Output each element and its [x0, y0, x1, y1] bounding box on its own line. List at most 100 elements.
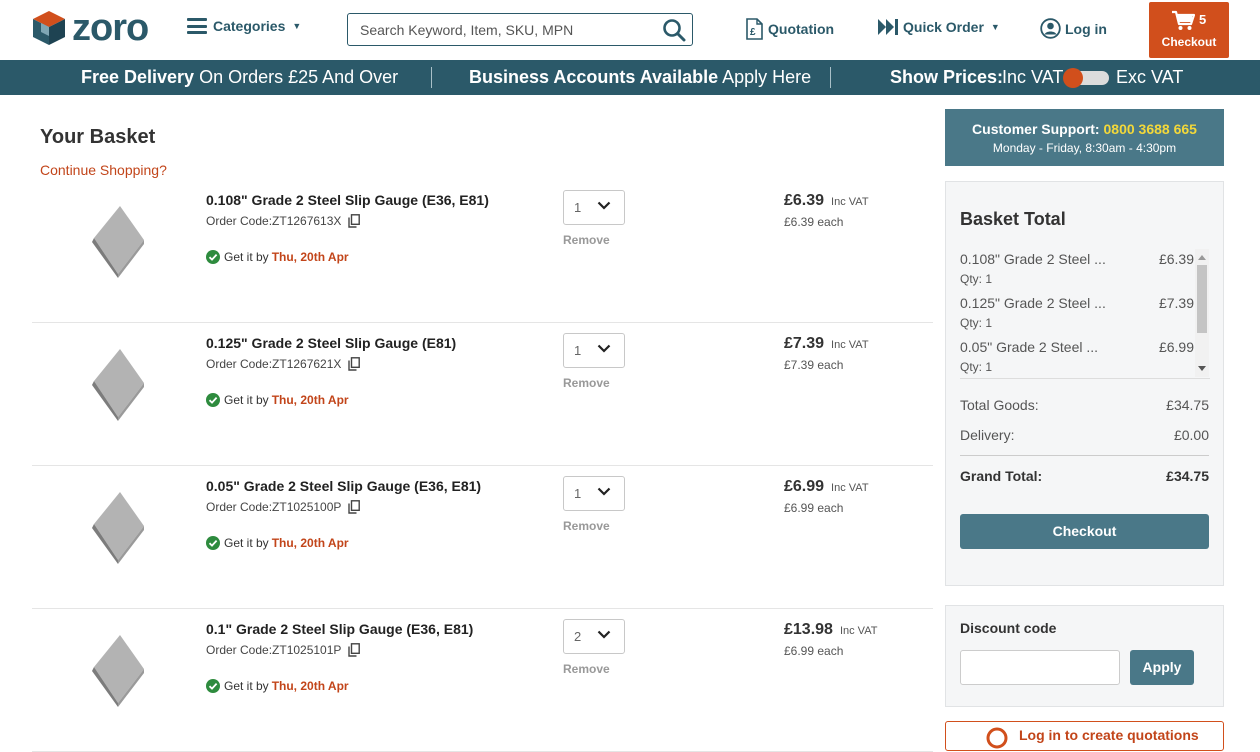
- page-title: Your Basket: [40, 126, 156, 148]
- mini-basket-scrollbar[interactable]: [1195, 249, 1209, 377]
- show-prices-label: Show Prices:: [890, 67, 1003, 88]
- product-name-link[interactable]: 0.1" Grade 2 Steel Slip Gauge (E36, E81): [206, 621, 473, 637]
- login-create-quotations-button[interactable]: Log in to create quotations: [945, 721, 1224, 751]
- support-phone[interactable]: 0800 3688 665: [1104, 121, 1197, 137]
- copy-icon[interactable]: [348, 643, 361, 657]
- inc-vat-label: Inc VAT: [831, 482, 869, 494]
- hamburger-icon: [187, 18, 207, 34]
- vat-toggle-knob: [1063, 68, 1083, 88]
- discount-code-panel: Discount code Apply: [945, 605, 1224, 707]
- scrollbar-thumb[interactable]: [1197, 265, 1207, 333]
- delivery-estimate: Get it by Thu, 20th Apr: [206, 393, 349, 407]
- product-image[interactable]: [84, 343, 154, 423]
- delivery-date: Thu, 20th Apr: [271, 250, 349, 264]
- caret-down-icon: ▼: [990, 22, 1000, 32]
- delivery-value: £0.00: [1173, 427, 1209, 443]
- check-circle-icon: [206, 250, 220, 264]
- zoro-logo[interactable]: zoro: [32, 9, 149, 47]
- line-price-value: £7.39: [784, 335, 825, 352]
- product-image[interactable]: [84, 486, 154, 566]
- show-prices-bold: Show Prices:: [890, 67, 1004, 87]
- delivery-label: Delivery:: [960, 427, 1015, 443]
- scroll-up-arrow-icon[interactable]: [1198, 255, 1206, 260]
- order-code-value: ZT1267613X: [272, 214, 342, 228]
- search-bar: [347, 13, 693, 46]
- free-delivery-text: On Orders £25 And Over: [194, 67, 399, 87]
- quantity-value: 1: [574, 343, 582, 358]
- login-link[interactable]: Log in: [1040, 18, 1107, 39]
- promo-banner: Free Delivery On Orders £25 And Over Bus…: [0, 60, 1260, 95]
- search-button[interactable]: [662, 18, 686, 42]
- delivery-estimate: Get it by Thu, 20th Apr: [206, 250, 349, 264]
- product-image[interactable]: [84, 200, 154, 280]
- continue-shopping-link[interactable]: Continue Shopping?: [40, 162, 167, 178]
- mini-item-price: £6.99: [1158, 339, 1194, 355]
- mini-basket-item: 0.05" Grade 2 Steel ... £6.99 Qty: 1: [960, 337, 1194, 378]
- mini-item-price: £7.39: [1158, 295, 1194, 311]
- grand-total-label: Grand Total:: [960, 468, 1043, 484]
- checkout-button[interactable]: Checkout: [960, 514, 1209, 549]
- search-input[interactable]: [348, 14, 648, 45]
- unit-price: £6.99 each: [784, 644, 844, 658]
- basket-total-panel: Basket Total 0.108" Grade 2 Steel ... £6…: [945, 181, 1224, 586]
- product-name-link[interactable]: 0.108" Grade 2 Steel Slip Gauge (E36, E8…: [206, 192, 489, 208]
- product-image[interactable]: [84, 629, 154, 709]
- grand-total-row: Grand Total: £34.75: [960, 468, 1209, 484]
- user-account-icon: [986, 727, 1008, 749]
- line-price: £7.39 Inc VAT: [784, 335, 869, 353]
- remove-item-button[interactable]: Remove: [563, 376, 610, 390]
- vat-toggle[interactable]: [1063, 68, 1109, 88]
- categories-menu[interactable]: Categories ▼: [187, 18, 301, 34]
- unit-price: £6.99 each: [784, 501, 844, 515]
- chevron-down-icon: [597, 201, 611, 210]
- site-header: zoro Categories ▼ £ Quotation: [0, 0, 1260, 60]
- remove-item-button[interactable]: Remove: [563, 233, 610, 247]
- banner-divider: [431, 67, 432, 88]
- order-code-prefix: Order Code:: [206, 357, 273, 371]
- mini-item-qty: Qty: 1: [960, 316, 993, 330]
- remove-item-button[interactable]: Remove: [563, 662, 610, 676]
- discount-code-input[interactable]: [960, 650, 1120, 685]
- product-name-link[interactable]: 0.125" Grade 2 Steel Slip Gauge (E81): [206, 335, 456, 351]
- quantity-value: 1: [574, 200, 582, 215]
- copy-icon[interactable]: [348, 214, 361, 228]
- quotation-link[interactable]: £ Quotation: [745, 18, 834, 40]
- copy-icon[interactable]: [348, 500, 361, 514]
- line-price: £13.98 Inc VAT: [784, 621, 877, 639]
- quantity-select[interactable]: 1: [563, 190, 625, 225]
- check-circle-icon: [206, 679, 220, 693]
- scroll-down-arrow-icon[interactable]: [1198, 366, 1206, 371]
- svg-text:£: £: [750, 27, 756, 38]
- apply-discount-button[interactable]: Apply: [1130, 650, 1194, 685]
- caret-down-icon: ▼: [292, 21, 302, 31]
- remove-item-button[interactable]: Remove: [563, 519, 610, 533]
- order-code-prefix: Order Code:: [206, 500, 273, 514]
- user-account-icon: [1040, 18, 1061, 39]
- business-accounts-link[interactable]: Business Accounts Available Apply Here: [469, 67, 811, 88]
- order-code-prefix: Order Code:: [206, 643, 273, 657]
- discount-code-title: Discount code: [960, 620, 1057, 636]
- product-name-link[interactable]: 0.05" Grade 2 Steel Slip Gauge (E36, E81…: [206, 478, 481, 494]
- quick-order-menu[interactable]: Quick Order ▼: [877, 18, 1000, 36]
- delivery-estimate: Get it by Thu, 20th Apr: [206, 679, 349, 693]
- copy-icon[interactable]: [348, 357, 361, 371]
- quantity-select[interactable]: 1: [563, 333, 625, 368]
- basket-item: 0.1" Grade 2 Steel Slip Gauge (E36, E81)…: [32, 609, 933, 752]
- checkout-label: Checkout: [1161, 35, 1217, 49]
- line-price: £6.99 Inc VAT: [784, 478, 869, 496]
- login-label: Log in: [1065, 20, 1107, 37]
- customer-support-box: Customer Support: 0800 3688 665 Monday -…: [945, 109, 1224, 166]
- delivery-date: Thu, 20th Apr: [271, 393, 349, 407]
- order-code-value: ZT1025100P: [272, 500, 342, 514]
- mini-basket-list[interactable]: 0.108" Grade 2 Steel ... £6.39 Qty: 1 0.…: [960, 249, 1210, 379]
- fast-forward-icon: [878, 19, 898, 35]
- support-line: Customer Support: 0800 3688 665: [945, 121, 1224, 137]
- inc-vat-label: Inc VAT: [831, 339, 869, 351]
- header-checkout-button[interactable]: 5 Checkout: [1149, 2, 1229, 58]
- inc-vat-label: Inc VAT: [839, 625, 878, 637]
- quantity-select[interactable]: 1: [563, 476, 625, 511]
- quantity-select[interactable]: 2: [563, 619, 625, 654]
- basket-item: 0.108" Grade 2 Steel Slip Gauge (E36, E8…: [32, 180, 933, 323]
- order-code: Order Code: ZT1267613X: [206, 214, 361, 228]
- delivery-estimate: Get it by Thu, 20th Apr: [206, 536, 349, 550]
